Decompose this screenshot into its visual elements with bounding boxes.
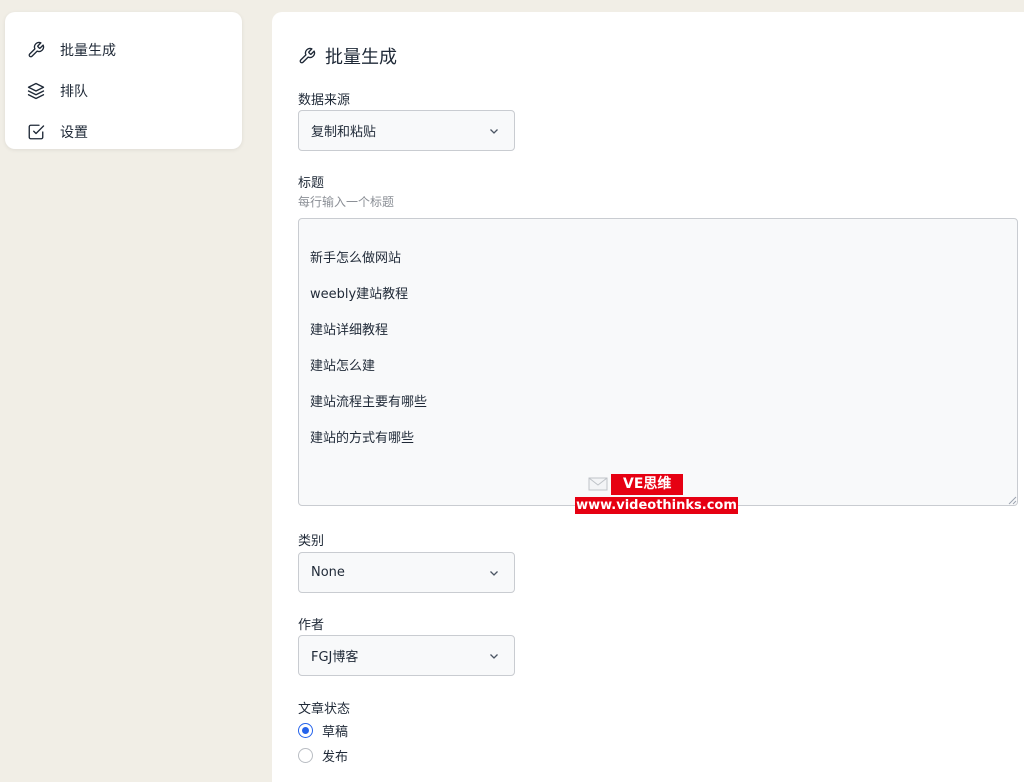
sidebar-item-settings[interactable]: 设置 bbox=[5, 111, 242, 152]
title-line: 新手怎么做网站 bbox=[310, 251, 402, 266]
sidebar-item-label: 排队 bbox=[60, 83, 88, 100]
watermark-top: VE思维 bbox=[588, 473, 684, 495]
radio-label: 草稿 bbox=[322, 725, 349, 740]
author-select[interactable]: FGJ博客 bbox=[298, 635, 515, 676]
data-source-label: 数据来源 bbox=[298, 93, 351, 108]
titles-textarea[interactable]: 新手怎么做网站 weebly建站教程 建站详细教程 建站怎么建 建站流程主要有哪… bbox=[298, 218, 1018, 506]
title-line: weebly建站教程 bbox=[310, 287, 409, 302]
resize-handle[interactable] bbox=[1008, 496, 1017, 505]
sidebar-item-label: 批量生成 bbox=[60, 42, 116, 59]
checkbox-icon bbox=[27, 123, 45, 141]
chevron-down-icon bbox=[488, 567, 500, 579]
category-value: None bbox=[311, 565, 345, 580]
sidebar-item-label: 设置 bbox=[60, 124, 88, 141]
watermark-brand: VE思维 bbox=[611, 473, 684, 495]
main-panel: 批量生成 数据来源 复制和粘贴 标题 每行输入一个标题 新手怎么做网站 weeb… bbox=[272, 12, 1024, 782]
sidebar: 批量生成 排队 设置 bbox=[5, 12, 242, 149]
mail-icon bbox=[588, 477, 608, 491]
title-line: 建站详细教程 bbox=[310, 323, 389, 338]
author-label: 作者 bbox=[298, 618, 325, 633]
title-line: 建站怎么建 bbox=[310, 359, 376, 374]
titles-hint: 每行输入一个标题 bbox=[298, 195, 395, 209]
radio-button[interactable] bbox=[298, 748, 313, 763]
status-option-publish[interactable]: 发布 bbox=[298, 746, 348, 765]
watermark-url: www.videothinks.com bbox=[575, 497, 738, 514]
title-line: 建站的方式有哪些 bbox=[310, 431, 415, 446]
status-option-draft[interactable]: 草稿 bbox=[298, 721, 348, 740]
wrench-icon bbox=[298, 47, 316, 65]
data-source-value: 复制和粘贴 bbox=[311, 125, 377, 140]
radio-button[interactable] bbox=[298, 723, 313, 738]
category-label: 类别 bbox=[298, 534, 325, 549]
category-select[interactable]: None bbox=[298, 552, 515, 593]
page-title-text: 批量生成 bbox=[325, 47, 397, 68]
post-status-label: 文章状态 bbox=[298, 702, 351, 717]
chevron-down-icon bbox=[488, 650, 500, 662]
titles-label: 标题 bbox=[298, 176, 325, 191]
sidebar-item-queue[interactable]: 排队 bbox=[5, 70, 242, 111]
watermark: VE思维 www.videothinks.com bbox=[575, 473, 738, 515]
sidebar-item-bulk-generate[interactable]: 批量生成 bbox=[5, 29, 242, 70]
chevron-down-icon bbox=[488, 125, 500, 137]
layers-icon bbox=[27, 82, 45, 100]
author-value: FGJ博客 bbox=[311, 650, 359, 665]
title-line: 建站流程主要有哪些 bbox=[310, 395, 428, 410]
data-source-select[interactable]: 复制和粘贴 bbox=[298, 110, 515, 151]
wrench-icon bbox=[27, 41, 45, 59]
radio-label: 发布 bbox=[322, 750, 349, 765]
page-title: 批量生成 bbox=[298, 43, 397, 69]
